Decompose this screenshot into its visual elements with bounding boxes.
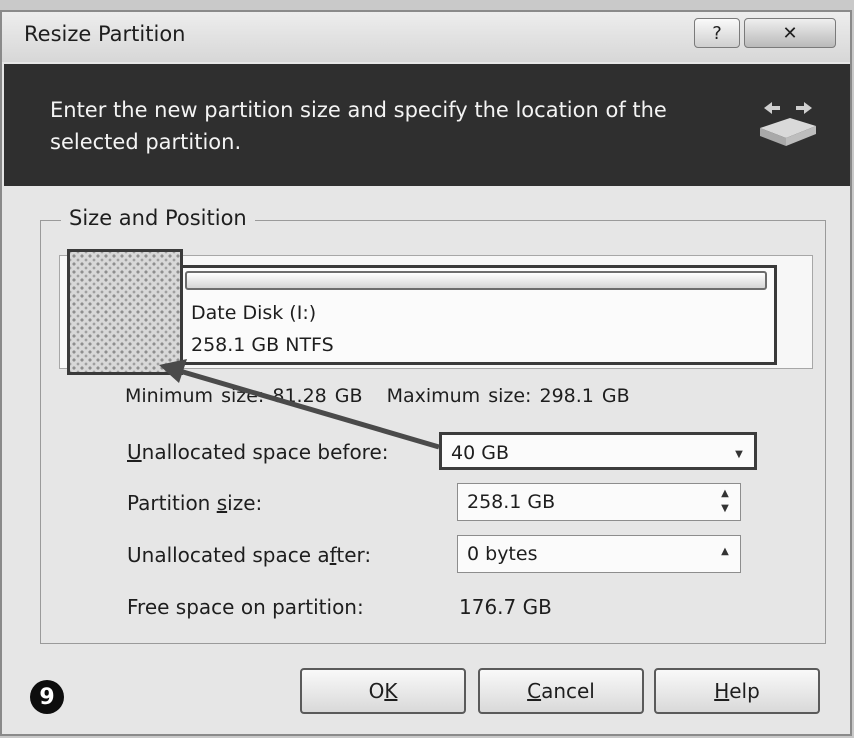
unallocated-before-label: Unallocated space before: [127,440,389,464]
resize-partition-dialog: Resize Partition ? ✕ Enter the new parti… [0,10,852,736]
partition-size-label: Partition size: [127,491,263,515]
free-space-value: 176.7 GB [459,595,552,619]
instruction-header: Enter the new partition size and specify… [4,64,850,186]
title-bar: Resize Partition ? ✕ [2,12,850,62]
ok-button[interactable]: OK [300,668,466,714]
group-label: Size and Position [61,206,255,230]
help-question-button[interactable]: ? [694,18,740,48]
minimum-size: Minimum size: 81.28 GB [125,385,363,407]
question-mark-icon: ? [712,22,722,44]
chevron-down-icon[interactable]: ▼ [732,447,746,462]
help-button[interactable]: Help [654,668,820,714]
maximum-size: Maximum size: 298.1 GB [386,385,630,407]
free-space-label: Free space on partition: [127,595,364,619]
unallocated-after-value: 0 bytes [467,543,538,565]
step-number-badge: 9 [30,680,64,714]
close-button[interactable]: ✕ [744,18,836,48]
instruction-text: Enter the new partition size and specify… [50,98,667,154]
partition-size-spinner[interactable]: 258.1 GB ▲ ▼ [457,483,741,521]
unallocated-after-label: Unallocated space after: [127,543,372,567]
unallocated-before-value: 40 GB [451,442,509,464]
spin-arrows-icon[interactable]: ▲ ▼ [718,486,732,516]
unallocated-space-block[interactable] [67,249,183,375]
cancel-button[interactable]: Cancel [478,668,644,714]
partition-size-value: 258.1 GB [467,491,556,513]
size-limits: Minimum size: 81.28 GB Maximum size: 298.… [125,385,630,407]
partition-block[interactable]: Date Disk (I:) 258.1 GB NTFS [183,265,777,365]
partition-name: Date Disk (I:) [191,302,317,324]
partition-usage-bar [185,271,767,290]
disk-resize-icon [760,102,816,146]
window-title: Resize Partition [24,22,186,46]
size-and-position-group: Size and Position Date Disk (I:) 258.1 G… [40,206,826,644]
partition-info: 258.1 GB NTFS [191,334,334,356]
unallocated-after-spinner[interactable]: 0 bytes ▲ [457,535,741,573]
spin-up-icon[interactable]: ▲ [718,544,732,559]
close-icon: ✕ [782,22,798,44]
unallocated-before-dropdown[interactable]: 40 GB ▼ [439,432,757,470]
